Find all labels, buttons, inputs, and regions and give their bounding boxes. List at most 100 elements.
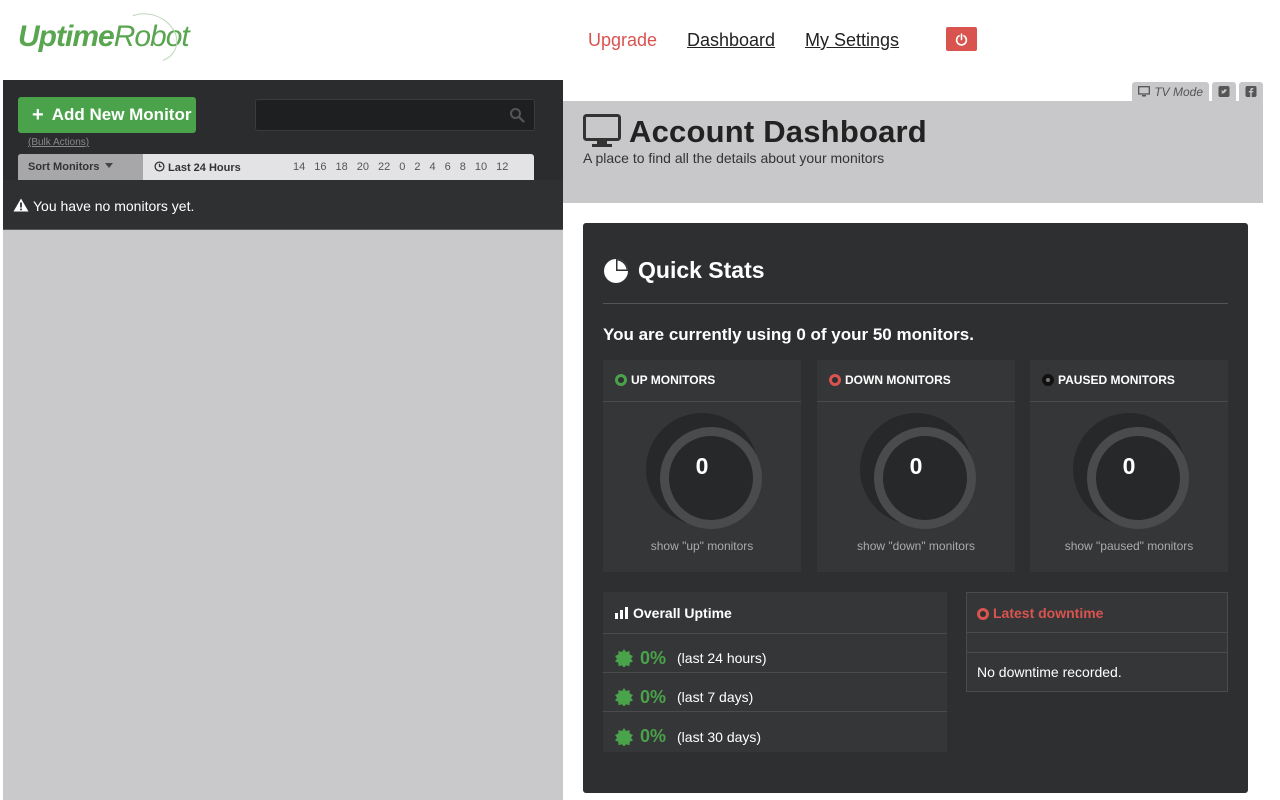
show-paused-monitors-link[interactable]: show "paused" monitors — [1030, 539, 1228, 553]
twitter-icon — [1218, 86, 1230, 97]
status-paused-icon — [1042, 374, 1054, 386]
latest-downtime-header: Latest downtime — [967, 593, 1227, 633]
add-new-monitor-label: Add New Monitor — [51, 105, 192, 124]
show-down-monitors-link[interactable]: show "down" monitors — [817, 539, 1015, 553]
top-header: UptimeRobot Upgrade Dashboard My Setting… — [0, 0, 1280, 80]
show-up-monitors-link[interactable]: show "up" monitors — [603, 539, 801, 553]
certificate-icon — [615, 688, 633, 706]
down-monitors-box: DOWN MONITORS 0 show "down" monitors — [817, 360, 1015, 572]
divider — [603, 303, 1228, 304]
paused-monitors-header: PAUSED MONITORS — [1030, 360, 1228, 402]
up-monitors-header: UP MONITORS — [603, 360, 801, 402]
hour-tick: 0 — [399, 161, 406, 173]
paused-monitors-label: PAUSED MONITORS — [1058, 373, 1175, 387]
dashboard-panel: TV Mode Account Dashboard A place to fin… — [563, 80, 1280, 800]
hour-tick: 18 — [335, 161, 348, 173]
power-icon — [955, 32, 968, 46]
status-up-icon — [615, 374, 627, 386]
uptime-value: 0% — [640, 647, 667, 668]
bar-chart-icon — [615, 607, 628, 619]
hour-tick: 6 — [444, 161, 451, 173]
uptimerobot-logo[interactable]: UptimeRobot — [18, 5, 190, 71]
quick-stats-header: Quick Stats — [603, 257, 765, 284]
uptime-value: 0% — [640, 726, 667, 746]
tv-mode-label: TV Mode — [1154, 84, 1203, 99]
overall-uptime-header: Overall Uptime — [603, 592, 947, 634]
uptime-value: 0% — [640, 686, 667, 707]
down-monitors-label: DOWN MONITORS — [845, 373, 951, 387]
time-range-text: Last 24 Hours — [168, 162, 241, 174]
hour-tick: 16 — [314, 161, 327, 173]
twitter-button[interactable] — [1212, 82, 1236, 101]
monitor-list-toolbar: + Add New Monitor (Bulk Actions) Sort Mo… — [3, 80, 563, 180]
hour-tick: 20 — [356, 161, 369, 173]
certificate-icon — [615, 727, 633, 746]
caret-down-icon — [104, 163, 113, 168]
certificate-icon — [615, 649, 633, 667]
page-subtitle: A place to find all the details about yo… — [583, 150, 885, 166]
hour-tick: 10 — [474, 161, 488, 173]
up-monitors-ring: 0 — [646, 413, 762, 529]
monitor-icon — [583, 114, 621, 147]
up-monitors-label: UP MONITORS — [631, 373, 716, 387]
uptime-period: (last 24 hours) — [677, 650, 767, 666]
nav-dashboard-link[interactable]: Dashboard — [687, 30, 775, 51]
uptime-row-24h: 0% (last 24 hours) — [603, 634, 947, 673]
uptime-row-7d: 0% (last 7 days) — [603, 673, 947, 712]
add-new-monitor-button[interactable]: + Add New Monitor — [18, 97, 196, 133]
latest-downtime-title: Latest downtime — [993, 605, 1104, 621]
paused-monitors-ring: 0 — [1073, 413, 1189, 529]
warning-icon — [13, 198, 29, 212]
overall-uptime-box: Overall Uptime 0% (last 24 hours) 0% (la… — [603, 592, 947, 752]
uptime-period: (last 7 days) — [677, 689, 754, 705]
quick-stats-card: Quick Stats You are currently using 0 of… — [583, 223, 1248, 793]
hour-tick: 14 — [293, 161, 306, 173]
paused-monitors-box: PAUSED MONITORS 0 show "paused" monitors — [1030, 360, 1228, 572]
quick-stats-title: Quick Stats — [638, 257, 765, 283]
sort-monitors-dropdown[interactable]: Sort Monitors — [18, 154, 143, 180]
hour-ticks: 14 16 18 20 22 0 2 4 6 8 10 12 — [293, 161, 517, 173]
logout-button[interactable] — [946, 27, 977, 51]
nav-my-settings-link[interactable]: My Settings — [805, 30, 899, 51]
search-icon[interactable] — [509, 107, 525, 123]
hour-tick: 22 — [378, 161, 391, 173]
sort-bar: Sort Monitors Last 24 Hours 14 16 18 20 … — [18, 154, 534, 180]
time-range-label: Last 24 Hours — [154, 161, 241, 174]
down-monitors-ring: 0 — [860, 413, 976, 529]
facebook-button[interactable] — [1239, 82, 1263, 101]
overall-uptime-title: Overall Uptime — [633, 605, 732, 621]
tv-mode-button[interactable]: TV Mode — [1132, 82, 1209, 101]
paused-monitors-count: 0 — [1122, 453, 1136, 479]
up-monitors-count: 0 — [695, 453, 709, 479]
pie-chart-icon — [604, 258, 628, 283]
logo-swoosh — [111, 5, 185, 71]
monitor-search-input[interactable] — [255, 99, 535, 131]
divider — [967, 633, 1227, 653]
uptime-row-30d: 0% (last 30 days) — [603, 712, 947, 751]
bulk-actions-link[interactable]: (Bulk Actions) — [28, 137, 89, 148]
clock-icon — [154, 161, 165, 172]
uptime-period: (last 30 days) — [677, 728, 762, 745]
page-title: Account Dashboard — [629, 114, 927, 149]
hour-tick: 12 — [496, 161, 509, 173]
up-monitors-box: UP MONITORS 0 show "up" monitors — [603, 360, 801, 572]
facebook-icon — [1245, 86, 1257, 97]
nav-upgrade-link[interactable]: Upgrade — [588, 30, 657, 51]
monitor-list-panel: + Add New Monitor (Bulk Actions) Sort Mo… — [3, 80, 563, 800]
sort-monitors-label: Sort Monitors — [28, 161, 100, 173]
hour-tick: 2 — [414, 161, 421, 173]
status-down-icon — [829, 374, 841, 386]
logo-text-uptime: Uptime — [18, 20, 115, 53]
no-monitors-message: You have no monitors yet. — [3, 180, 563, 230]
view-tabs: TV Mode — [1132, 82, 1263, 101]
tv-icon — [1138, 86, 1151, 97]
latest-downtime-box: Latest downtime No downtime recorded. — [966, 592, 1228, 692]
plus-icon: + — [32, 103, 44, 126]
hour-tick: 4 — [429, 161, 436, 173]
page-title-band: Account Dashboard A place to find all th… — [563, 101, 1263, 203]
downtime-icon — [977, 608, 989, 620]
monitor-usage-text: You are currently using 0 of your 50 mon… — [603, 325, 974, 344]
down-monitors-header: DOWN MONITORS — [817, 360, 1015, 402]
no-monitors-text: You have no monitors yet. — [33, 198, 195, 214]
no-downtime-text: No downtime recorded. — [977, 664, 1122, 680]
